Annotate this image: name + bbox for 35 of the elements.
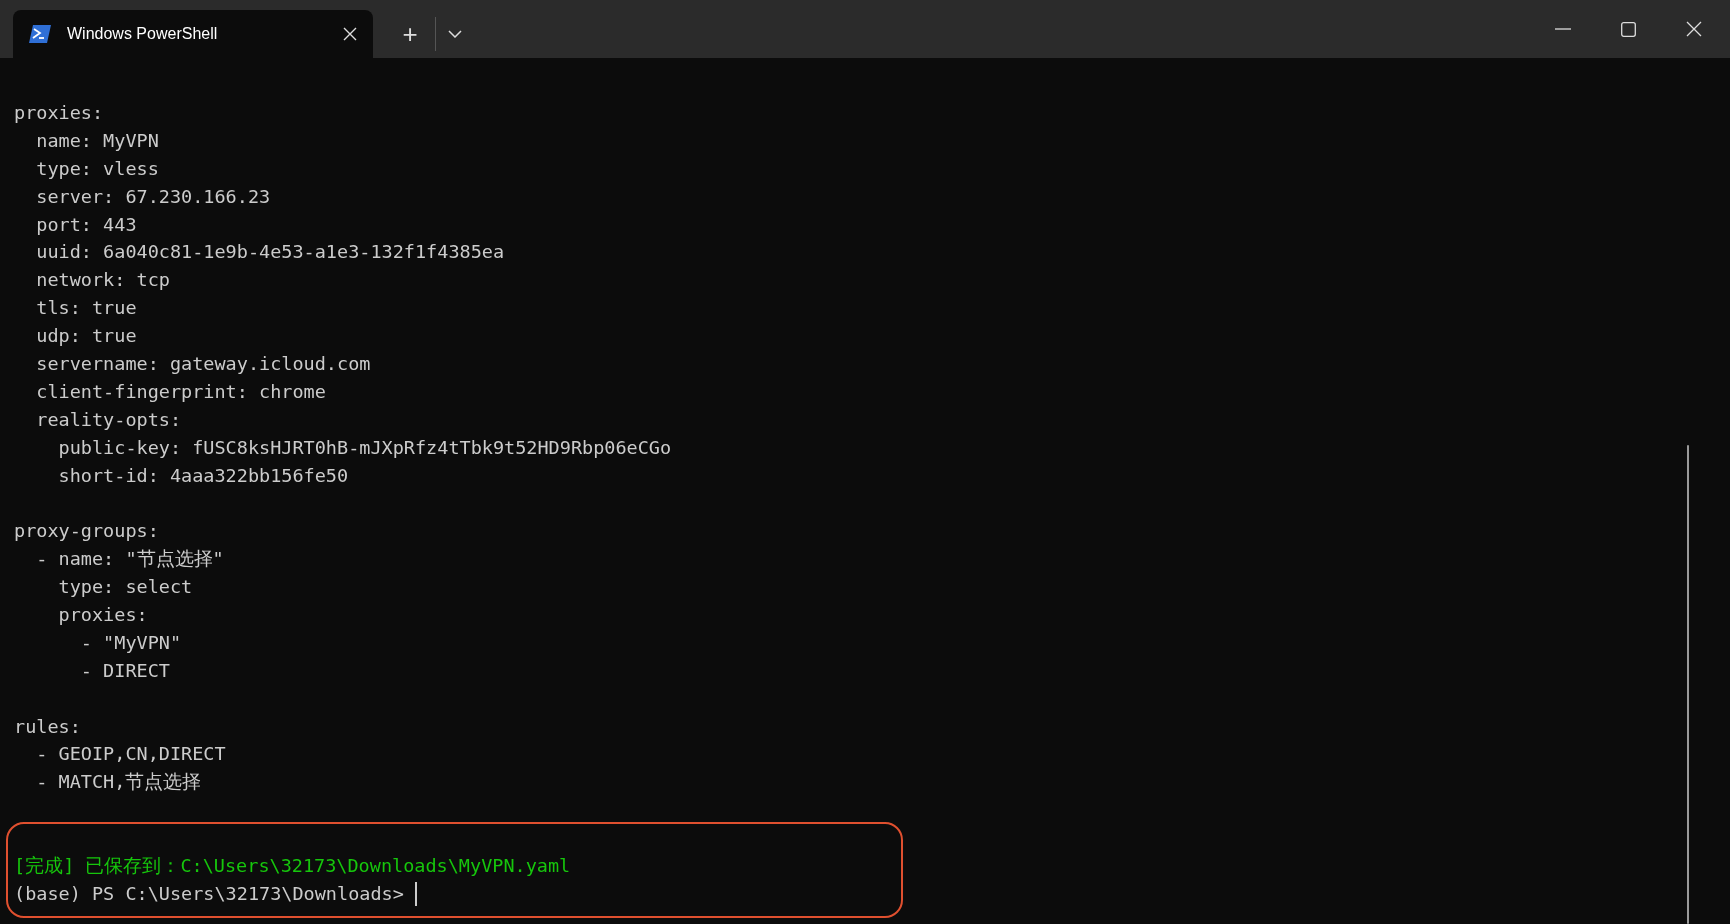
output-line: client-fingerprint: chrome <box>35 379 326 404</box>
close-icon[interactable] <box>1686 21 1702 37</box>
dropdown-icon[interactable] <box>448 30 462 38</box>
output-line: tls: true <box>35 296 137 321</box>
output-line: port: 443 <box>35 212 137 237</box>
close-tab-icon[interactable] <box>343 27 357 41</box>
output-line: udp: true <box>35 324 137 349</box>
output-line: rules: <box>14 714 81 739</box>
output-line: uuid: 6a040c81-1e9b-4e53-a1e3-132f1f4385ea <box>35 240 505 265</box>
output-line: public-key: fUSC8ksHJRT0hB-mJXpRfz4tTbk9t52HD9Rbp06eCGo <box>57 435 672 460</box>
powershell-icon <box>29 25 51 43</box>
scrollbar[interactable] <box>1687 445 1689 924</box>
output-line: server: 67.230.166.23 <box>35 184 271 209</box>
output-line: - GEOIP,CN,DIRECT <box>35 742 226 767</box>
output-line: - name: "节点选择" <box>35 547 224 572</box>
success-message: [完成] 已保存到：C:\Users\32173\Downloads\MyVPN.yaml <box>14 854 571 879</box>
output-line: type: vless <box>35 156 159 181</box>
output-line: type: select <box>57 575 193 600</box>
output-line: network: tcp <box>35 268 170 293</box>
output-line: - "MyVPN" <box>79 630 182 655</box>
output-line: name: MyVPN <box>35 128 159 153</box>
output-line: reality-opts: <box>35 407 182 432</box>
text-cursor <box>414 881 417 906</box>
command-prompt: (base) PS C:\Users\32173\Downloads> <box>14 881 405 906</box>
output-line: - MATCH,节点选择 <box>35 770 202 795</box>
output-line: servername: gateway.icloud.com <box>35 352 371 376</box>
output-line: proxies: <box>14 101 104 125</box>
output-line: proxies: <box>57 603 148 628</box>
output-line: short-id: 4aaa322bb156fe50 <box>57 463 349 488</box>
tab-title: Windows PowerShell <box>67 24 219 44</box>
maximize-icon[interactable] <box>1621 21 1636 37</box>
new-tab-button[interactable]: + <box>393 17 427 51</box>
output-line: proxy-groups: <box>14 519 159 544</box>
output-line: - DIRECT <box>79 658 170 683</box>
tab[interactable]: Windows PowerShell <box>13 10 373 58</box>
